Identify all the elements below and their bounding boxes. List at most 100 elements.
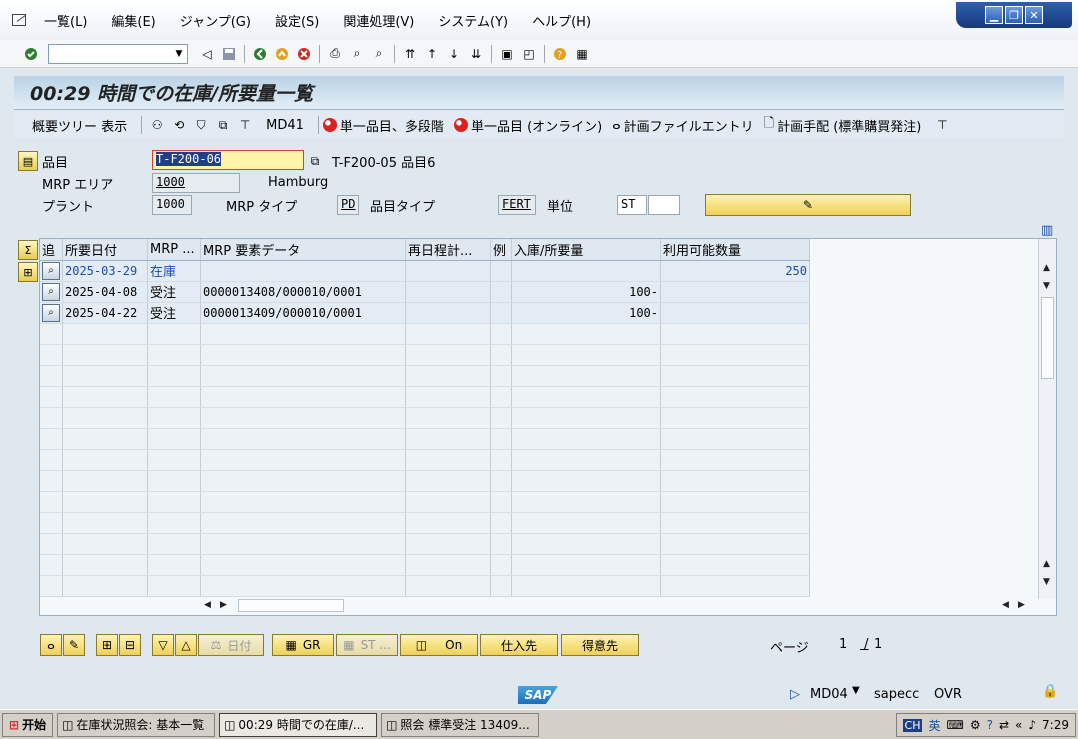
copy-icon[interactable]: ⧉ (214, 116, 232, 134)
row-detail-cell[interactable]: ⌕ (40, 281, 63, 303)
scroll-right-icon[interactable]: ▶ (1018, 600, 1025, 610)
layout-menu-icon[interactable]: ▦ (573, 45, 591, 63)
task-mrp-list[interactable]: ◫ 00:29 時間での在庫/... (219, 712, 378, 737)
previous-page-icon[interactable]: ↑ (423, 45, 441, 63)
chevron-down-icon[interactable]: ▼ (173, 47, 185, 61)
columns-config-icon[interactable]: ▥ (1041, 223, 1053, 238)
menu-list[interactable]: 一覧(L) (32, 11, 99, 30)
user-icon[interactable]: ⚇ (148, 116, 166, 134)
ime-indicator[interactable]: 英 (928, 717, 940, 734)
material-type-field[interactable]: FERT (498, 195, 536, 215)
row-detail-cell[interactable]: ⌕ (40, 260, 63, 282)
network-icon[interactable]: ⇄ (999, 718, 1009, 732)
page-current[interactable]: 1 (839, 637, 847, 652)
help-icon[interactable]: ? (987, 718, 993, 732)
magnifier-icon[interactable]: ⌕ (42, 261, 60, 280)
enter-icon[interactable] (22, 45, 40, 63)
scroll-left-icon[interactable]: ◀ (204, 600, 211, 610)
menu-goto[interactable]: ジャンプ(G) (168, 11, 263, 30)
find-next-icon[interactable]: ⌕ (370, 45, 388, 63)
col-header-reschedule[interactable]: 再日程計... (405, 239, 491, 261)
sort-desc-button[interactable]: ▽ (152, 634, 174, 656)
settings-icon[interactable]: ⚙ (970, 718, 981, 732)
vertical-scroll-thumb[interactable] (1041, 297, 1054, 379)
menu-help[interactable]: ヘルプ(H) (520, 11, 603, 30)
stamp-icon[interactable]: ⊤ (236, 116, 254, 134)
col-header-date[interactable]: 所要日付 (62, 239, 148, 261)
md41-button[interactable]: MD41 (266, 118, 304, 133)
system-menu-icon[interactable] (12, 14, 26, 26)
language-indicator[interactable]: CH (902, 718, 923, 732)
task-sales-order[interactable]: ◫ 照会 標準受注 13409... (381, 712, 540, 737)
shortcut-icon[interactable]: ◰ (520, 45, 538, 63)
save-icon[interactable] (220, 45, 238, 63)
row-detail-cell[interactable]: ⌕ (40, 302, 63, 324)
filter-icon[interactable]: ⛉ (192, 116, 210, 134)
col-header-available-qty[interactable]: 利用可能数量 (660, 239, 810, 261)
scroll-up-icon[interactable]: ▲ (1043, 559, 1050, 569)
table-row[interactable]: ⌕ 2025-03-29 在庫 250 (40, 260, 1038, 282)
menu-system[interactable]: システム(Y) (426, 11, 520, 30)
command-field[interactable]: ▼ (48, 43, 188, 64)
on-button[interactable]: ◫ On (400, 634, 478, 656)
glasses-button[interactable]: ⴰ (40, 634, 62, 656)
date-button[interactable]: ⚖ 日付 (198, 634, 264, 656)
history-back-icon[interactable]: ◁ (198, 45, 216, 63)
vertical-scrollbar[interactable]: ▥ ▲ ▼ ▲ ▼ (1038, 223, 1056, 599)
refresh-icon[interactable]: ⟲ (170, 116, 188, 134)
next-page-icon[interactable]: ↓ (445, 45, 463, 63)
magnifier-icon[interactable]: ⌕ (42, 282, 60, 301)
single-item-multi-level-button[interactable]: 単一品目、多段階 (322, 116, 444, 135)
cancel-icon[interactable] (295, 45, 313, 63)
mrp-area-field[interactable]: 1000 (152, 173, 240, 193)
horizontal-scrollbar[interactable]: ◀ ▶ ◀ ▶ (200, 599, 1025, 613)
mrp-type-field[interactable]: PD (337, 195, 359, 215)
scroll-up-icon[interactable]: ▲ (1043, 263, 1050, 273)
close-button[interactable]: ✕ (1025, 6, 1043, 24)
menu-environment[interactable]: 関連処理(V) (331, 11, 426, 30)
minimize-button[interactable]: ▁ (985, 6, 1003, 24)
create-session-icon[interactable]: ▣ (498, 45, 516, 63)
table-row[interactable]: ⌕ 2025-04-08 受注 0000013408/000010/0001 1… (40, 281, 1038, 303)
grid-tree-button[interactable]: ⊞ (18, 262, 38, 282)
overview-tree-button[interactable]: 概要ツリー 表示 (32, 116, 127, 135)
scroll-right-icon[interactable]: ▶ (220, 600, 227, 610)
last-page-icon[interactable]: ⇊ (467, 45, 485, 63)
back-icon[interactable] (251, 45, 269, 63)
copy-icon[interactable]: ⧉ (306, 152, 324, 170)
col-header-mrp-element[interactable]: MRP ... (147, 239, 201, 261)
task-stock-overview[interactable]: ◫ 在庫状況照会: 基本一覧 (57, 712, 216, 737)
col-header-exception[interactable]: 例 (490, 239, 512, 261)
magnifier-icon[interactable]: ⌕ (42, 303, 60, 322)
plant-field[interactable]: 1000 (152, 195, 192, 215)
transaction-dropdown-icon[interactable]: ▼ (852, 685, 860, 696)
unit-extra-field[interactable] (648, 195, 680, 215)
vendor-button[interactable]: 仕入先 (480, 634, 558, 656)
table-row[interactable]: ⌕ 2025-04-22 受注 0000013409/000010/0001 1… (40, 302, 1038, 324)
totals-button[interactable]: Σ (18, 240, 38, 260)
col-header-add[interactable]: 追 (40, 239, 63, 261)
find-icon[interactable]: ⌕ (348, 45, 366, 63)
keyboard-icon[interactable]: ⌨ (947, 718, 964, 732)
collapse-structure-button[interactable]: ⊟ (119, 634, 141, 656)
customer-button[interactable]: 得意先 (561, 634, 639, 656)
horizontal-scroll-thumb[interactable] (238, 599, 344, 612)
tray-expand-icon[interactable]: « (1015, 718, 1022, 732)
gr-button[interactable]: ▦ GR (272, 634, 334, 656)
col-header-receipt-requirement[interactable]: 入庫/所要量 (511, 239, 661, 261)
first-page-icon[interactable]: ⇈ (401, 45, 419, 63)
status-expand-icon[interactable]: ▷ (790, 687, 800, 702)
help-icon[interactable]: ? (551, 45, 569, 63)
unit-field[interactable]: ST (617, 195, 647, 215)
scroll-left-icon[interactable]: ◀ (1002, 600, 1009, 610)
scroll-down-icon[interactable]: ▼ (1043, 281, 1050, 291)
material-field[interactable]: T-F200-06 (152, 150, 304, 170)
single-item-online-button[interactable]: 単一品目 (オンライン) (453, 116, 602, 135)
volume-icon[interactable]: ♪ (1028, 718, 1036, 732)
start-button[interactable]: ⊞ 开始 (2, 712, 54, 737)
material-tree-button[interactable]: ▤ (18, 151, 38, 171)
expand-structure-button[interactable]: ⊞ (96, 634, 118, 656)
more-icon[interactable]: ⊤ (933, 116, 951, 134)
edit-button[interactable]: ✎ (705, 194, 911, 216)
sort-asc-button[interactable]: △ (175, 634, 197, 656)
